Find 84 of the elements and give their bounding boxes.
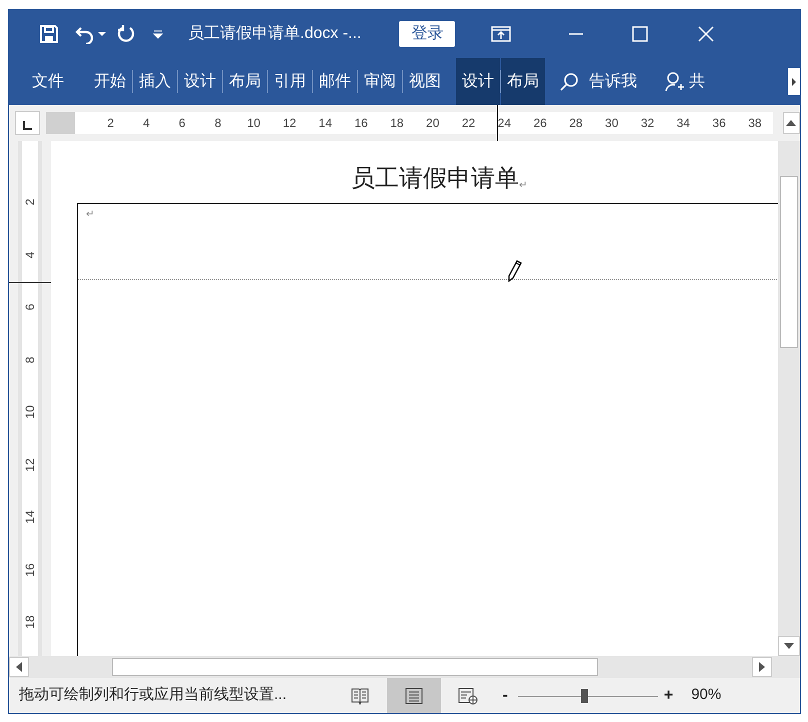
ruler-number: 14 xyxy=(22,509,38,526)
ruler-number: 8 xyxy=(22,355,38,365)
document-title: 员工请假申请单 xyxy=(351,164,519,194)
ruler-number: 2 xyxy=(106,115,115,132)
right-arrow-icon xyxy=(791,78,797,86)
ribbon-tab[interactable]: 插入 xyxy=(133,58,177,105)
ribbon-scroll-button[interactable] xyxy=(788,68,800,95)
left-arrow-icon xyxy=(16,662,22,672)
tell-me-label[interactable]: 告诉我 xyxy=(589,70,637,94)
print-layout-icon xyxy=(404,686,424,704)
ruler-number: 14 xyxy=(318,115,334,132)
customize-toolbar-icon[interactable] xyxy=(152,28,164,40)
ruler-number: 4 xyxy=(22,250,38,260)
paragraph-mark: ↵ xyxy=(86,208,94,222)
ruler-number: 24 xyxy=(496,115,512,132)
ruler-number: 38 xyxy=(747,115,763,132)
ruler-number: 10 xyxy=(246,115,262,132)
share-person-icon xyxy=(665,70,685,92)
ribbon-display-icon[interactable] xyxy=(491,25,512,43)
zoom-in-button[interactable]: + xyxy=(664,684,674,708)
undo-icon[interactable] xyxy=(75,24,95,44)
ruler-number: 28 xyxy=(568,115,584,132)
ruler-number: 6 xyxy=(178,115,186,132)
ruler-number: 4 xyxy=(142,115,151,132)
view-button[interactable] xyxy=(386,678,441,713)
zoom-level[interactable]: 90% xyxy=(691,684,722,707)
ribbon-tab[interactable]: 布局 xyxy=(501,58,545,105)
scroll-up-button[interactable] xyxy=(782,112,800,134)
status-message: 拖动可绘制列和行或应用当前线型设置... xyxy=(19,685,287,706)
ribbon-tab[interactable]: 视图 xyxy=(403,58,447,105)
ruler-number: 12 xyxy=(282,115,298,132)
web-layout-icon xyxy=(456,686,479,704)
ribbon-tab[interactable]: 邮件 xyxy=(313,58,357,105)
redo-icon[interactable] xyxy=(116,24,136,44)
scroll-right-button[interactable] xyxy=(752,657,772,677)
zoom-out-button[interactable]: - xyxy=(502,684,508,708)
ribbon-tab[interactable]: 开始 xyxy=(88,58,132,105)
ribbon-tab[interactable]: 审阅 xyxy=(358,58,402,105)
scroll-down-button[interactable] xyxy=(778,636,800,656)
dropdown-caret-icon[interactable] xyxy=(98,31,106,37)
zoom-slider[interactable] xyxy=(518,688,658,704)
ruler-number: 32 xyxy=(640,115,656,132)
pencil-icon xyxy=(508,260,522,282)
ribbon-tab[interactable]: 引用 xyxy=(268,58,312,105)
ruler-number: 20 xyxy=(425,115,440,132)
left-tab-icon xyxy=(22,121,32,131)
ruler-number: 18 xyxy=(22,614,38,631)
tab-selector[interactable] xyxy=(15,111,40,135)
ruler-number: 34 xyxy=(676,115,691,132)
ribbon-tab[interactable]: 设计 xyxy=(178,58,222,105)
close-icon[interactable] xyxy=(697,25,716,43)
read-mode-icon xyxy=(350,686,370,704)
sign-in-button[interactable]: 登录 xyxy=(399,21,456,47)
ruler-number: 30 xyxy=(604,115,620,132)
ruler-number: 10 xyxy=(22,404,38,421)
ruler-number: 8 xyxy=(214,115,222,132)
scrollbar-thumb[interactable] xyxy=(112,658,598,676)
ruler-number: 22 xyxy=(460,115,476,132)
ruler-number: 36 xyxy=(711,115,727,132)
scroll-left-button[interactable] xyxy=(9,657,29,677)
down-arrow-icon xyxy=(784,643,794,649)
margin-marker-line xyxy=(9,282,51,283)
ruler-number: 12 xyxy=(22,456,38,474)
ruler-number: 18 xyxy=(389,115,405,132)
right-arrow-icon xyxy=(759,662,765,672)
share-button[interactable]: 共 xyxy=(689,70,705,94)
ribbon-tab[interactable]: 设计 xyxy=(456,58,500,105)
ruler-number: 2 xyxy=(22,198,38,208)
window-title: 员工请假申请单.docx -... xyxy=(188,24,362,44)
search-icon xyxy=(559,72,579,92)
ruler-number: 6 xyxy=(22,302,38,312)
paragraph-mark: ↵ xyxy=(519,179,527,193)
horizontal-ruler[interactable]: 2 4 6 8 10 12 14 16 18 20 22 24 26 28 30 32 34 36 38 xyxy=(46,112,773,134)
zoom-slider-thumb[interactable] xyxy=(580,688,588,702)
save-icon[interactable] xyxy=(39,24,59,44)
ruler-number: 26 xyxy=(532,115,548,132)
maximize-icon[interactable] xyxy=(631,25,650,43)
vertical-ruler[interactable]: 2 4 6 8 10 12 14 16 18 xyxy=(18,141,42,656)
scrollbar-thumb[interactable] xyxy=(780,176,798,348)
ruler-number: 16 xyxy=(22,562,38,578)
up-arrow-icon xyxy=(786,120,796,126)
ruler-number: 16 xyxy=(353,115,369,132)
ribbon-tab[interactable]: 文件 xyxy=(9,58,88,105)
ribbon-tab[interactable]: 布局 xyxy=(223,58,267,105)
